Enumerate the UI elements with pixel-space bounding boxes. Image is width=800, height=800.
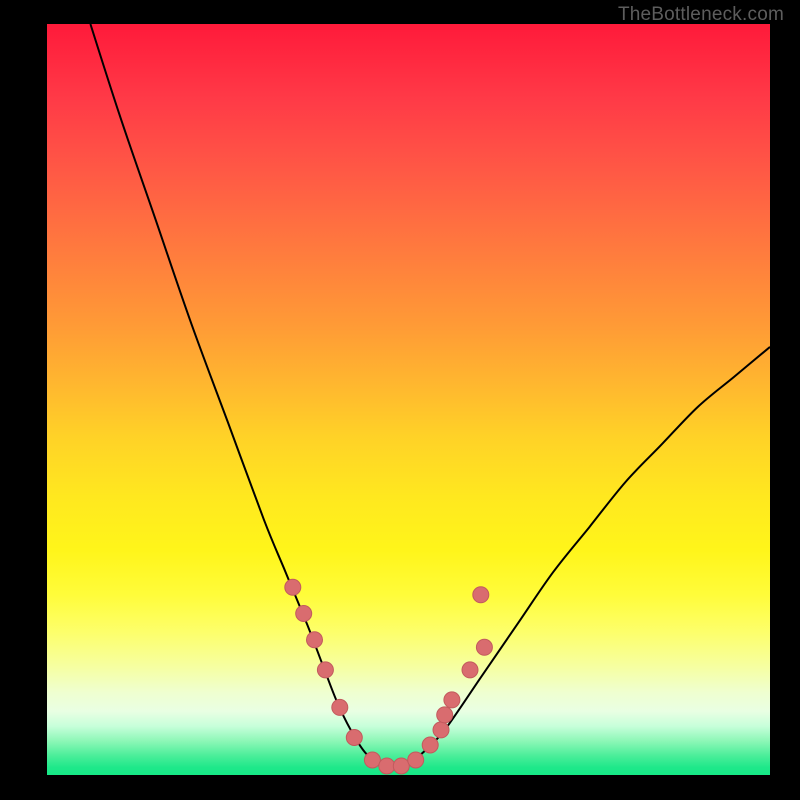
data-marker: [332, 699, 348, 715]
data-marker: [473, 587, 489, 603]
data-marker: [379, 758, 395, 774]
data-marker: [433, 722, 449, 738]
data-marker: [364, 752, 380, 768]
data-marker: [317, 662, 333, 678]
data-marker: [296, 606, 312, 622]
bottleneck-curve: [90, 24, 770, 768]
data-marker: [444, 692, 460, 708]
data-marker: [462, 662, 478, 678]
data-marker: [307, 632, 323, 648]
marker-group: [285, 579, 493, 774]
data-marker: [408, 752, 424, 768]
watermark-text: TheBottleneck.com: [618, 4, 784, 26]
data-marker: [393, 758, 409, 774]
data-marker: [422, 737, 438, 753]
data-marker: [346, 730, 362, 746]
plot-area: [47, 24, 770, 775]
data-marker: [285, 579, 301, 595]
chart-frame: TheBottleneck.com: [0, 0, 800, 800]
data-marker: [476, 639, 492, 655]
data-marker: [437, 707, 453, 723]
chart-svg: [47, 24, 770, 775]
